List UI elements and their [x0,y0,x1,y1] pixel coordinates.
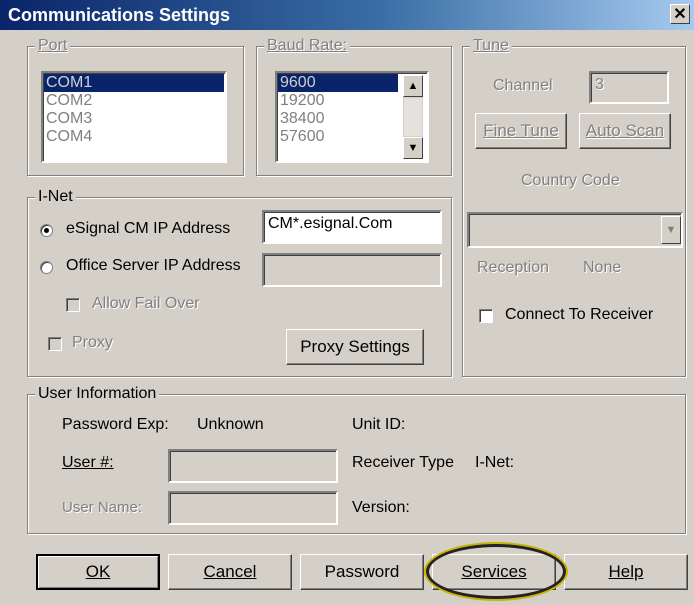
port-group: Port COM1 COM2 COM3 COM4 [27,36,244,176]
baud-scroll-up-button[interactable]: ▲ [403,75,423,97]
user-name-input[interactable] [168,491,338,525]
channel-label: Channel [493,77,553,94]
office-server-ip-input[interactable] [262,253,442,287]
baud-rate-legend: Baud Rate: [264,36,351,56]
port-option-com2[interactable]: COM2 [44,92,224,110]
proxy-checkbox[interactable] [48,337,62,351]
close-button[interactable]: ✕ [670,4,690,24]
receiver-type-value: I-Net: [475,454,515,471]
channel-value: 3 [595,76,604,93]
esignal-ip-input[interactable]: CM*.esignal.Com [262,210,442,244]
baud-rate-listbox[interactable]: 9600 19200 38400 57600 ▲ ▼ [275,71,429,163]
port-listbox[interactable]: COM1 COM2 COM3 COM4 [41,71,227,163]
close-icon: ✕ [673,6,687,23]
port-option-com1[interactable]: COM1 [44,74,224,92]
user-number-input[interactable] [168,449,338,483]
connect-receiver-label[interactable]: Connect To Receiver [505,306,653,324]
cancel-button[interactable]: Cancel [168,554,292,590]
user-info-legend: User Information [35,384,160,404]
help-label: Help [608,562,644,581]
port-option-com3[interactable]: COM3 [44,110,224,128]
proxy-label[interactable]: Proxy [72,334,113,352]
esignal-label[interactable]: eSignal CM IP Address [66,220,230,238]
cancel-label: Cancel [203,562,257,581]
title-bar[interactable]: Communications Settings ✕ [0,0,694,30]
channel-input[interactable]: 3 [589,71,669,104]
password-button[interactable]: Password [300,554,424,590]
port-legend: Port [35,36,71,56]
proxy-settings-label: Proxy Settings [300,337,410,356]
reception-label: Reception [477,259,550,276]
esignal-radio[interactable] [40,224,53,237]
user-name-label: User Name: [62,499,143,516]
baud-rate-group: Baud Rate: 9600 19200 38400 57600 ▲ ▼ [256,36,452,176]
help-button[interactable]: Help [564,554,688,590]
country-code-dropdown[interactable]: ▼ [467,212,683,248]
baud-option-9600[interactable]: 9600 [278,74,398,92]
ok-label: OK [85,562,111,581]
proxy-settings-button[interactable]: Proxy Settings [286,329,424,365]
password-exp-label: Password Exp: [62,416,169,433]
user-number-label: User #: [62,454,114,471]
scroll-up-icon: ▲ [407,80,419,92]
auto-scan-label: Auto Scan [585,121,665,140]
esignal-ip-value: CM*.esignal.Com [268,215,393,232]
allow-failover-checkbox[interactable] [66,298,80,312]
tune-legend: Tune [470,36,512,56]
scroll-down-icon: ▼ [407,142,419,154]
tune-group: Tune Channel 3 Fine Tune Auto Scan Count… [462,36,686,377]
office-server-radio[interactable] [40,261,53,274]
country-code-dropdown-button[interactable]: ▼ [661,216,681,244]
allow-failover-label[interactable]: Allow Fail Over [92,295,200,313]
auto-scan-button[interactable]: Auto Scan [579,113,671,149]
services-highlight-ellipse [426,544,566,599]
country-code-label: Country Code [521,172,620,189]
version-label: Version: [352,499,410,516]
password-exp-value: Unknown [197,416,264,433]
chevron-down-icon: ▼ [665,224,677,236]
baud-scroll-down-button[interactable]: ▼ [403,137,423,159]
password-label: Password [324,562,400,581]
fine-tune-label: Fine Tune [483,121,559,140]
connect-receiver-checkbox[interactable] [479,309,493,323]
baud-scroll-track[interactable] [403,97,423,137]
receiver-type-label: Receiver Type [352,454,454,471]
user-information-group: User Information Password Exp: Unknown U… [27,384,686,534]
office-server-label[interactable]: Office Server IP Address [66,257,241,275]
port-option-com4[interactable]: COM4 [44,128,224,146]
inet-group: I-Net eSignal CM IP Address CM*.esignal.… [27,187,452,377]
communications-settings-dialog: Communications Settings ✕ Port COM1 COM2… [0,0,694,605]
reception-value: None [583,259,622,276]
unit-id-label: Unit ID: [352,416,406,433]
ok-button[interactable]: OK [36,554,160,590]
inet-legend: I-Net [35,187,76,207]
window-title: Communications Settings [8,5,231,25]
fine-tune-button[interactable]: Fine Tune [475,113,567,149]
